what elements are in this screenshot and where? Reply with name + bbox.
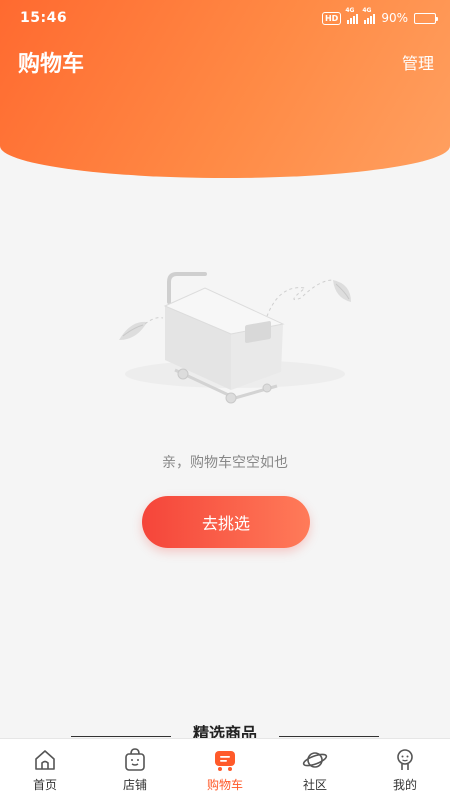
status-bar: 15:46 HD 4G 4G 90% bbox=[0, 0, 450, 36]
home-icon bbox=[35, 750, 55, 770]
status-indicators: HD 4G 4G 90% bbox=[321, 7, 438, 25]
signal-icon-2: 4G bbox=[362, 7, 376, 24]
empty-cart-message: 亲，购物车空空如也 bbox=[162, 455, 288, 471]
network-type-1: 4G bbox=[345, 7, 355, 14]
tab-label-community: 社区 bbox=[302, 778, 327, 792]
go-shopping-button[interactable]: 去挑选 bbox=[142, 496, 310, 548]
network-type-2: 4G bbox=[362, 7, 372, 14]
status-time: 15:46 bbox=[20, 10, 68, 26]
profile-icon bbox=[397, 749, 413, 770]
bottom-tab-bar: 首页 店铺 购物车 社区 我的 bbox=[0, 738, 450, 800]
battery-icon bbox=[414, 12, 438, 24]
divider-right bbox=[279, 736, 379, 737]
tab-home[interactable]: 首页 bbox=[0, 739, 90, 800]
manage-button[interactable]: 管理 bbox=[402, 50, 434, 74]
hd-badge: HD bbox=[321, 11, 342, 25]
store-bag-icon bbox=[125, 748, 145, 771]
tab-label-store: 店铺 bbox=[122, 778, 147, 792]
cart-icon bbox=[215, 751, 235, 771]
featured-title: 精选商品 bbox=[192, 724, 257, 738]
page-title: 购物车 bbox=[18, 52, 85, 77]
battery-percent: 90% bbox=[381, 11, 408, 25]
planet-icon bbox=[302, 752, 328, 768]
title-bar: 购物车 管理 bbox=[0, 44, 450, 80]
featured-section-header: 精选商品 bbox=[0, 724, 450, 738]
tab-label-home: 首页 bbox=[32, 778, 57, 792]
tab-profile[interactable]: 我的 bbox=[360, 739, 450, 800]
signal-icon-1: 4G bbox=[345, 7, 359, 24]
empty-cart-illustration bbox=[119, 272, 351, 404]
tab-cart[interactable]: 购物车 bbox=[180, 739, 270, 800]
tab-community[interactable]: 社区 bbox=[270, 739, 360, 800]
tab-label-profile: 我的 bbox=[392, 778, 417, 792]
tab-store[interactable]: 店铺 bbox=[90, 739, 180, 800]
divider-left bbox=[70, 736, 171, 737]
tab-label-cart: 购物车 bbox=[206, 778, 243, 792]
